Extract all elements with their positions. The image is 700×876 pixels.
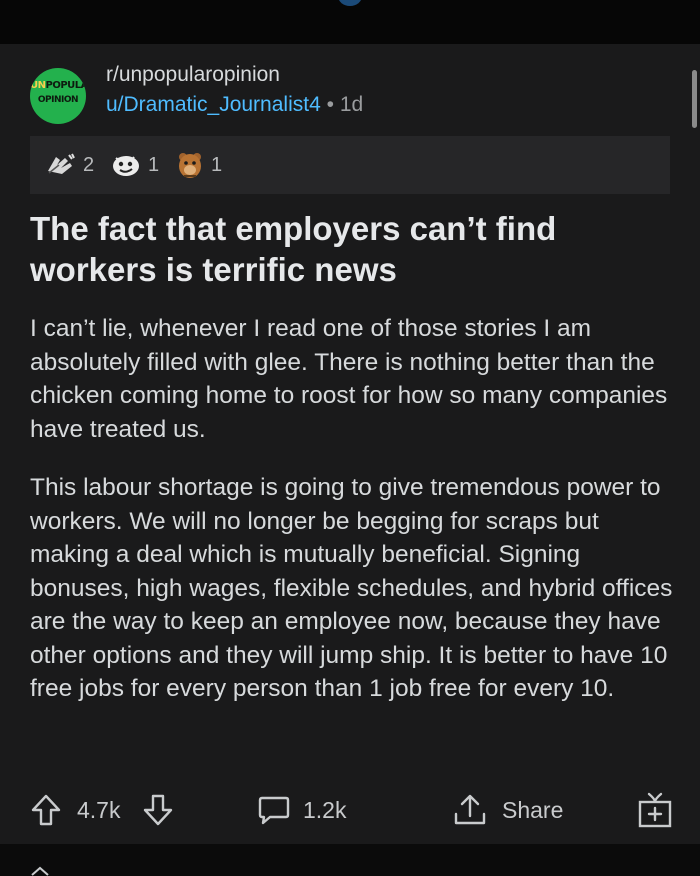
award-button[interactable]	[637, 784, 673, 836]
share-upload-icon	[452, 792, 488, 828]
meta-separator: •	[326, 93, 334, 116]
post-age: 1d	[339, 93, 364, 116]
subreddit-avatar[interactable]: UNPOPULAR OPINION	[30, 68, 86, 124]
post-actions-bar: 4.7k 1.2k Share	[0, 784, 700, 836]
award-item[interactable]: 1	[175, 150, 222, 180]
award-count: 1	[148, 153, 160, 176]
downvote-button[interactable]	[142, 784, 174, 836]
subreddit-name[interactable]: r/unpopularopinion	[106, 63, 280, 87]
post-meta: u/Dramatic_Journalist4 • 1d	[106, 93, 363, 117]
hands-award-icon	[45, 151, 77, 179]
post-paragraph: This labour shortage is going to give tr…	[30, 474, 673, 702]
upvote-button[interactable]	[30, 784, 62, 836]
top-bar-icon[interactable]	[338, 0, 362, 6]
award-count: 1	[211, 153, 223, 176]
post-title[interactable]: The fact that employers can’t find worke…	[30, 208, 670, 290]
share-button[interactable]: Share	[452, 784, 563, 836]
scrollbar[interactable]	[692, 70, 697, 128]
gift-icon	[637, 791, 673, 829]
comment-count: 1.2k	[303, 796, 347, 823]
comment-bubble-icon	[257, 793, 291, 827]
award-count: 2	[83, 153, 95, 176]
author-link[interactable]: u/Dramatic_Journalist4	[106, 93, 321, 116]
bottom-bar	[0, 845, 700, 875]
post-paragraph: I can’t lie, whenever I read one of thos…	[30, 315, 668, 443]
award-item[interactable]: 2	[45, 150, 94, 180]
award-item[interactable]: 1	[110, 150, 159, 180]
downvote-arrow-icon	[142, 793, 174, 827]
vote-count: 4.7k	[77, 796, 121, 823]
avatar-logo-line2: OPINION	[37, 95, 79, 105]
post-body: I can’t lie, whenever I read one of thos…	[30, 312, 680, 706]
share-label: Share	[502, 796, 564, 823]
upvote-arrow-icon	[30, 793, 62, 827]
awards-bar[interactable]: 2 1 1	[30, 136, 670, 194]
avatar-logo-line1: UNPOPULAR	[30, 80, 86, 91]
comments-button[interactable]: 1.2k	[257, 784, 346, 836]
bear-award-icon	[175, 150, 205, 180]
top-app-bar	[0, 0, 700, 44]
face-award-icon	[110, 151, 142, 179]
